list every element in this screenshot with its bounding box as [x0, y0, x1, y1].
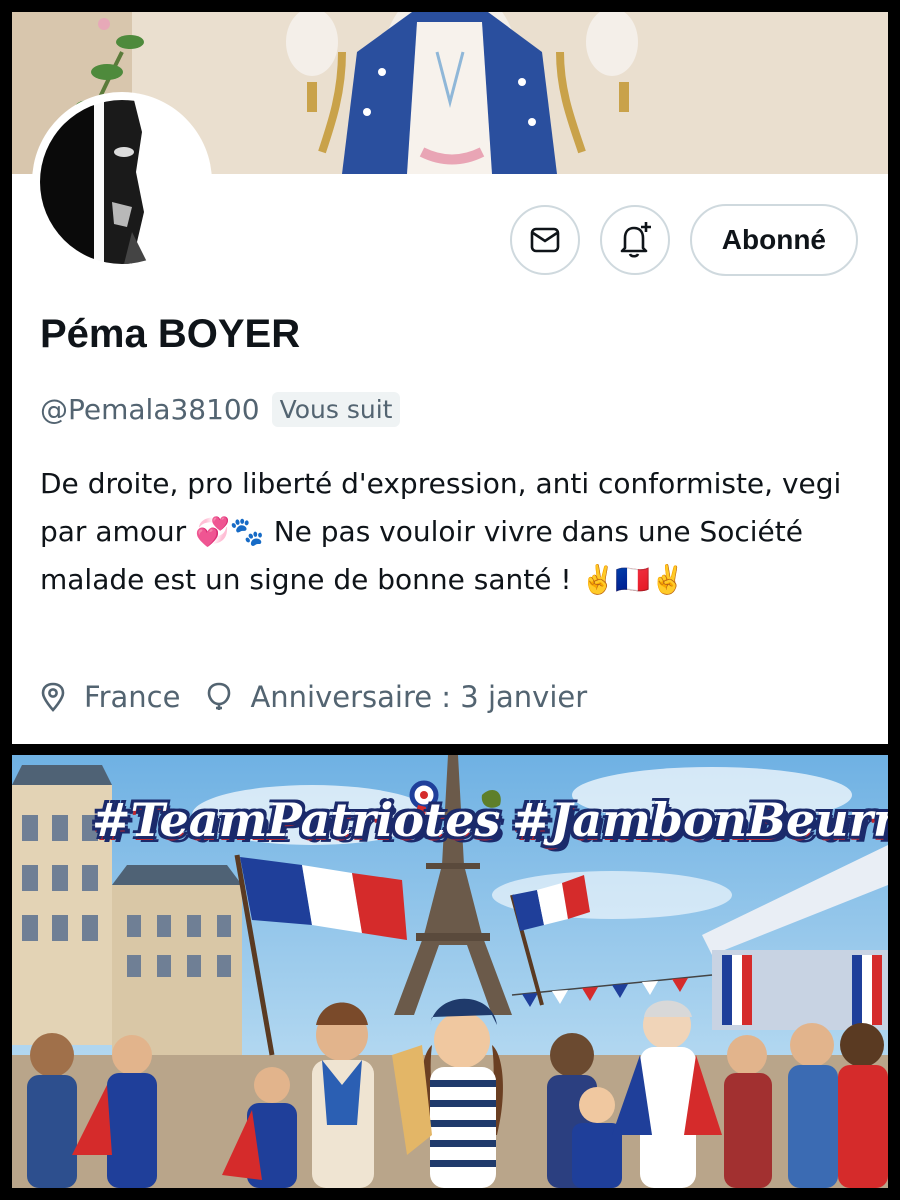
- profile-bio: De droite, pro liberté d'expression, ant…: [40, 467, 842, 596]
- birthday-text: Anniversaire : 3 janvier: [250, 680, 588, 714]
- message-button[interactable]: [509, 205, 580, 275]
- avatar-portrait: [40, 100, 204, 264]
- handle-row: @Pemala38100 Vous suit: [40, 392, 401, 427]
- location-item: France: [40, 680, 180, 714]
- bell-plus-icon: [620, 222, 651, 258]
- hashtag-jambon-beurre: #JambonBeurre: [512, 793, 888, 847]
- notifications-button[interactable]: [599, 205, 670, 275]
- avatar[interactable]: [32, 92, 212, 272]
- location-pin-icon: [41, 682, 65, 712]
- display-name: Péma BOYER: [40, 312, 301, 356]
- follows-you-badge: Vous suit: [271, 392, 401, 427]
- birthday-item: Anniversaire : 3 janvier: [206, 680, 587, 714]
- following-button[interactable]: Abonné: [689, 204, 858, 276]
- balloon-icon: [208, 682, 231, 710]
- profile-meta: France Anniversaire : 3 janvier: [40, 680, 601, 714]
- profile-card: Abonné Péma BOYER @Pemala38100 Vous suit…: [12, 12, 888, 744]
- hashtag-team-patriotes: #TeamPatriotes: [92, 793, 501, 847]
- envelope-icon: [530, 227, 560, 253]
- username-handle: @Pemala38100: [40, 393, 260, 426]
- profile-actions: Abonné: [509, 204, 858, 276]
- location-text: France: [84, 680, 181, 714]
- patriotic-poster-image: #TeamPatriotes #JambonBeurre: [12, 755, 888, 1188]
